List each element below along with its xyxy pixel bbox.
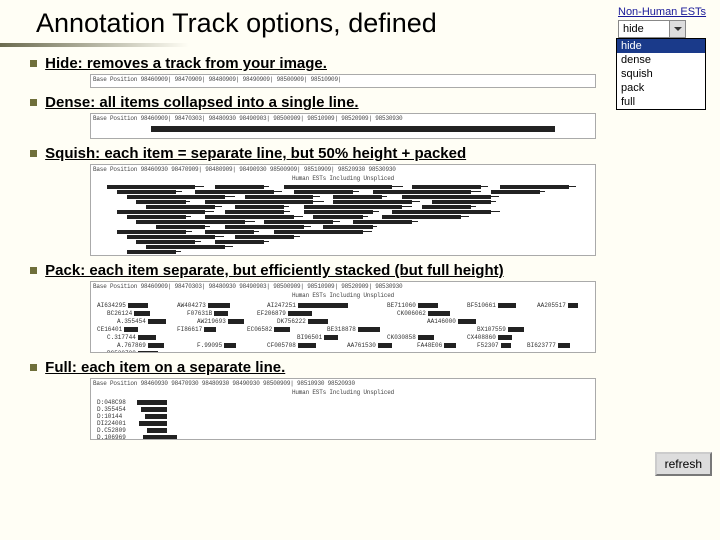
squish-track-image: Base Position 98460930 98470909| 9848090… (90, 164, 596, 256)
dropdown-option-pack[interactable]: pack (617, 81, 705, 95)
bullet-square-icon (30, 364, 37, 371)
hide-track-image: Base Position 98460909| 98470909| 984809… (90, 74, 596, 88)
bullet-dense-text: Dense: all items collapsed into a single… (45, 94, 358, 111)
dropdown-label[interactable]: Non-Human ESTs (618, 6, 714, 18)
pack-track-image: Base Position 98460909| 98470303| 984809… (90, 281, 596, 353)
pack-body: AI634295 AW404273 AI247251 BE711060 BF51… (97, 302, 589, 353)
bullet-squish-text: Squish: each item = separate line, but 5… (45, 145, 466, 162)
full-subtitle: Human ESTs Including Unspliced (91, 388, 595, 397)
bullet-square-icon (30, 99, 37, 106)
dropdown-option-hide[interactable]: hide (617, 39, 705, 53)
bullet-square-icon (30, 60, 37, 67)
chevron-down-icon[interactable] (669, 21, 685, 37)
dropdown-option-squish[interactable]: squish (617, 67, 705, 81)
bullet-dense: Dense: all items collapsed into a single… (30, 94, 690, 111)
squish-subtitle: Human ESTs Including Unspliced (91, 174, 595, 183)
pack-subtitle: Human ESTs Including Unspliced (91, 291, 595, 300)
pack-position-row: Base Position 98460909| 98470303| 984809… (91, 282, 595, 291)
title-underline (0, 43, 210, 47)
dropdown-selected-value: hide (623, 23, 644, 35)
slide-title: Annotation Track options, defined (36, 8, 690, 39)
dense-bar (151, 126, 555, 132)
bullet-full-text: Full: each item on a separate line. (45, 359, 285, 376)
bullet-pack-text: Pack: each item separate, but efficientl… (45, 262, 503, 279)
dense-position-row: Base Position 98460909| 98470303| 984809… (91, 114, 595, 123)
dense-track-image: Base Position 98460909| 98470303| 984809… (90, 113, 596, 139)
hide-position-row: Base Position 98460909| 98470909| 984809… (91, 75, 595, 84)
bullet-hide: Hide: removes a track from your image. (30, 55, 690, 72)
full-body: D:048C98 D.355454 D:10144 DI224001 D.C52… (97, 399, 589, 440)
full-position-row: Base Position 98460930 98470930 98480930… (91, 379, 595, 388)
track-dropdown: Non-Human ESTs hide hide dense squish pa… (616, 6, 714, 110)
bullet-hide-text: Hide: removes a track from your image. (45, 55, 327, 72)
bullet-full: Full: each item on a separate line. (30, 359, 690, 376)
bullet-square-icon (30, 267, 37, 274)
full-track-image: Base Position 98460930 98470930 98480930… (90, 378, 596, 440)
dropdown-option-full[interactable]: full (617, 95, 705, 109)
bullet-pack: Pack: each item separate, but efficientl… (30, 262, 690, 279)
dropdown-list: hide dense squish pack full (616, 38, 706, 110)
refresh-button[interactable]: refresh (655, 452, 712, 476)
dropdown-option-dense[interactable]: dense (617, 53, 705, 67)
bullet-squish: Squish: each item = separate line, but 5… (30, 145, 690, 162)
squish-body (97, 185, 589, 256)
dropdown-select[interactable]: hide (618, 20, 686, 38)
squish-position-row: Base Position 98460930 98470909| 9848090… (91, 165, 595, 174)
bullet-square-icon (30, 150, 37, 157)
